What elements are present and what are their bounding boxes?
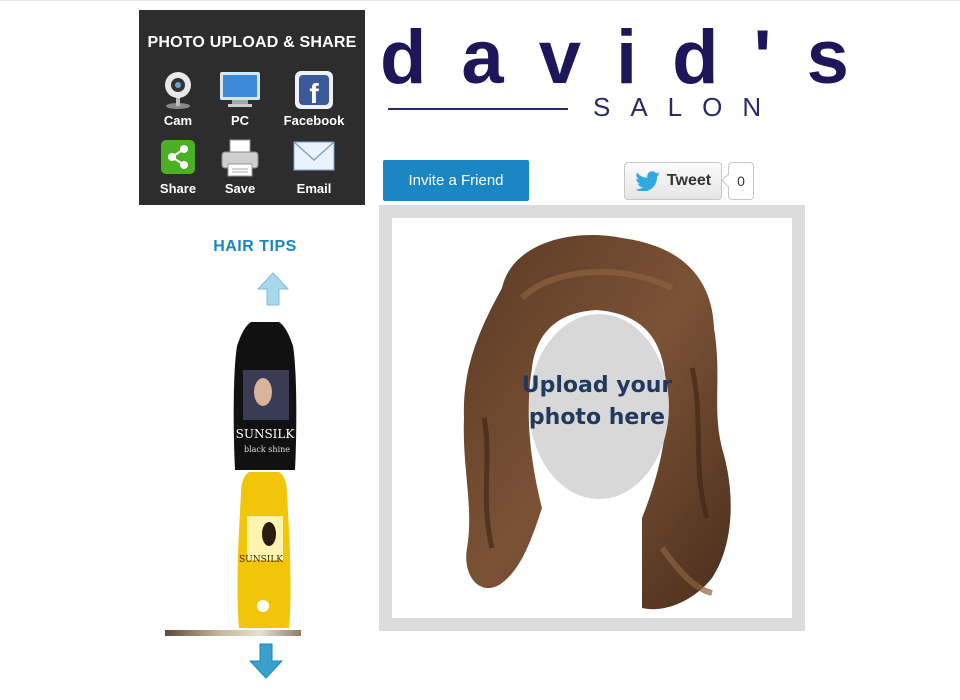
envelope-icon	[293, 141, 335, 171]
email-button[interactable]: Email	[279, 138, 349, 196]
panel-title: PHOTO UPLOAD & SHARE	[147, 34, 357, 51]
email-label: Email	[296, 181, 332, 196]
printer-icon	[221, 139, 259, 177]
photo-canvas[interactable]: Upload your photo here	[392, 218, 792, 618]
save-button[interactable]: Save	[205, 138, 275, 196]
tweet-count: 0	[728, 162, 754, 200]
share-icon	[161, 140, 195, 174]
product2-brand: SUNSILK	[239, 555, 283, 565]
share-label: Share	[159, 181, 197, 196]
facebook-label: Facebook	[283, 113, 345, 128]
next-product-thumbnail[interactable]	[165, 630, 301, 636]
facebook-icon: f	[295, 71, 333, 109]
webcam-icon	[165, 72, 191, 109]
facebook-button[interactable]: f Facebook	[279, 70, 349, 128]
upload-prompt[interactable]: Upload your photo here	[517, 370, 677, 434]
pc-button[interactable]: PC	[205, 70, 275, 128]
cam-label: Cam	[163, 113, 193, 128]
scroll-down-arrow-icon[interactable]	[249, 643, 283, 679]
save-label: Save	[224, 181, 256, 196]
top-divider	[0, 0, 960, 1]
upload-prompt-line1: Upload your	[521, 373, 673, 398]
twitter-bird-icon	[634, 171, 660, 191]
tweet-button[interactable]: Tweet	[624, 162, 722, 200]
pc-label: PC	[230, 113, 250, 128]
monitor-icon	[220, 72, 260, 107]
sunsilk-yellow-bottle[interactable]: SUNSILK	[237, 470, 291, 630]
share-button[interactable]: Share	[143, 138, 213, 196]
svg-text:f: f	[309, 78, 319, 109]
tweet-label: Tweet	[666, 172, 712, 189]
logo-rule	[388, 108, 568, 110]
sunsilk-black-bottle[interactable]: SUNSILK black shine	[233, 320, 297, 470]
davids-salon-logo: david's SALON	[380, 20, 849, 130]
invite-friend-button[interactable]: Invite a Friend	[383, 160, 529, 201]
photo-upload-share-panel: PHOTO UPLOAD & SHARE Cam PC f Facebook S…	[139, 10, 365, 205]
photo-stage[interactable]: Upload your photo here	[379, 205, 805, 631]
scroll-up-arrow-icon[interactable]	[257, 272, 289, 306]
upload-prompt-line2: photo here	[528, 405, 666, 430]
logo-subtitle: SALON	[593, 92, 782, 122]
product1-variant: black shine	[244, 445, 290, 454]
hair-tips-title: HAIR TIPS	[213, 238, 297, 255]
logo-wordmark: david's	[380, 15, 884, 100]
product1-brand: SUNSILK	[236, 427, 296, 441]
cam-button[interactable]: Cam	[143, 70, 213, 128]
